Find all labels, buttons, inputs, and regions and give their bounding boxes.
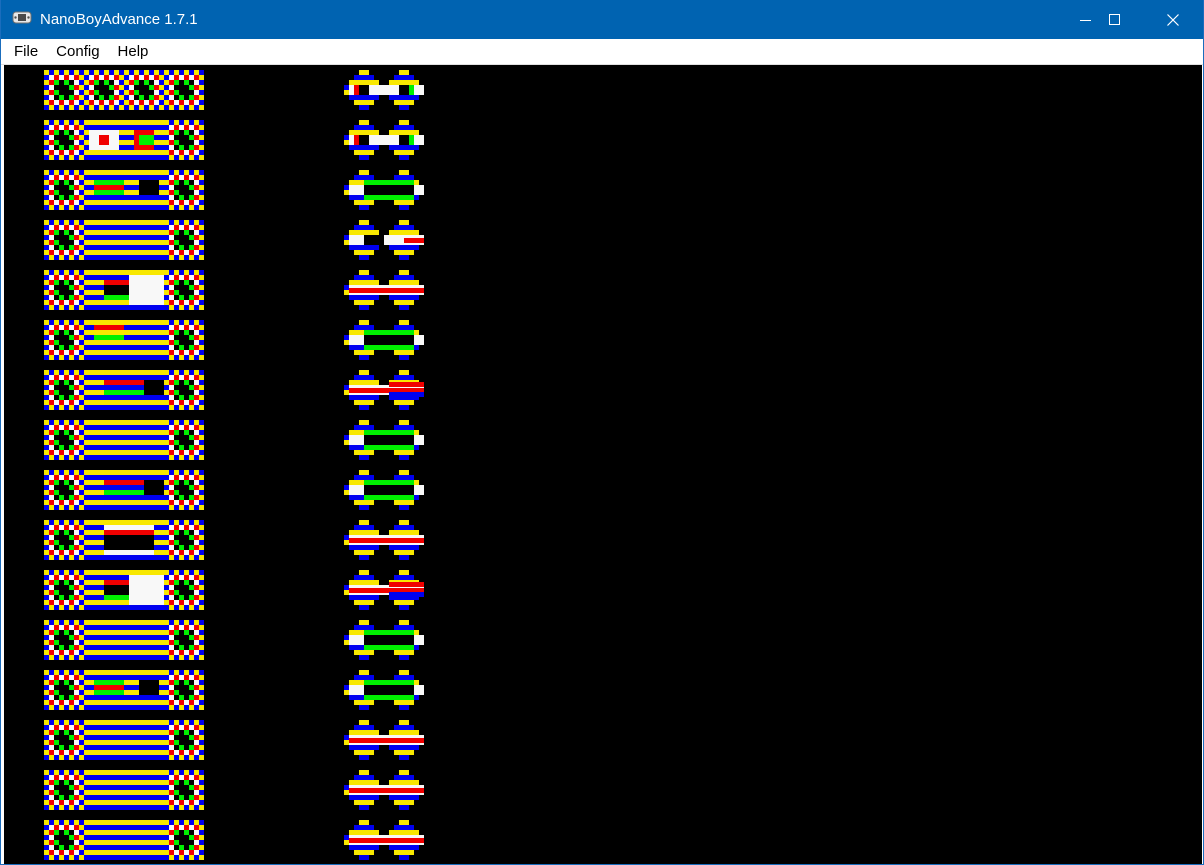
close-icon	[1167, 13, 1179, 26]
emulator-screen[interactable]	[4, 65, 1202, 864]
app-window: NanoBoyAdvance 1.7.1 File Config Help	[0, 0, 1204, 865]
left-tile-row	[44, 670, 204, 710]
maximize-button[interactable]	[1086, 0, 1144, 39]
left-tile-row	[44, 170, 204, 210]
left-tile-row	[44, 770, 204, 810]
right-sprite-row	[344, 420, 424, 460]
right-sprite-row	[344, 720, 424, 760]
left-tile-row	[44, 320, 204, 360]
menu-bar: File Config Help	[1, 39, 1203, 65]
left-tile-row	[44, 520, 204, 560]
right-sprite-row	[344, 120, 424, 160]
right-sprite-row	[344, 70, 424, 110]
menu-config[interactable]: Config	[46, 40, 109, 64]
window-title: NanoBoyAdvance 1.7.1	[40, 11, 198, 28]
right-sprite-row	[344, 520, 424, 560]
left-tile-row	[44, 70, 204, 110]
maximize-icon	[1109, 13, 1121, 26]
right-sprite-row	[344, 320, 424, 360]
left-tile-row	[44, 570, 204, 610]
left-tile-row	[44, 420, 204, 460]
gameboy-advance-icon	[12, 10, 32, 25]
left-tile-row	[44, 720, 204, 760]
left-tile-row	[44, 220, 204, 260]
left-tile-row	[44, 370, 204, 410]
left-tile-row	[44, 470, 204, 510]
close-button[interactable]	[1144, 0, 1202, 39]
right-sprite-row	[344, 670, 424, 710]
menu-file[interactable]: File	[4, 40, 48, 64]
right-sprite-row	[344, 270, 424, 310]
left-tile-row	[44, 820, 204, 860]
right-sprite-row	[344, 220, 424, 260]
menu-help[interactable]: Help	[108, 40, 159, 64]
right-sprite-row	[344, 770, 424, 810]
right-sprite-row	[344, 570, 424, 610]
title-bar[interactable]: NanoBoyAdvance 1.7.1	[1, 0, 1203, 39]
left-tile-row	[44, 620, 204, 660]
left-tile-row	[44, 120, 204, 160]
left-tile-row	[44, 270, 204, 310]
right-sprite-row	[344, 820, 424, 860]
right-sprite-row	[344, 170, 424, 210]
right-sprite-row	[344, 370, 424, 410]
game-display	[44, 70, 424, 860]
right-sprite-row	[344, 620, 424, 660]
right-sprite-row	[344, 470, 424, 510]
